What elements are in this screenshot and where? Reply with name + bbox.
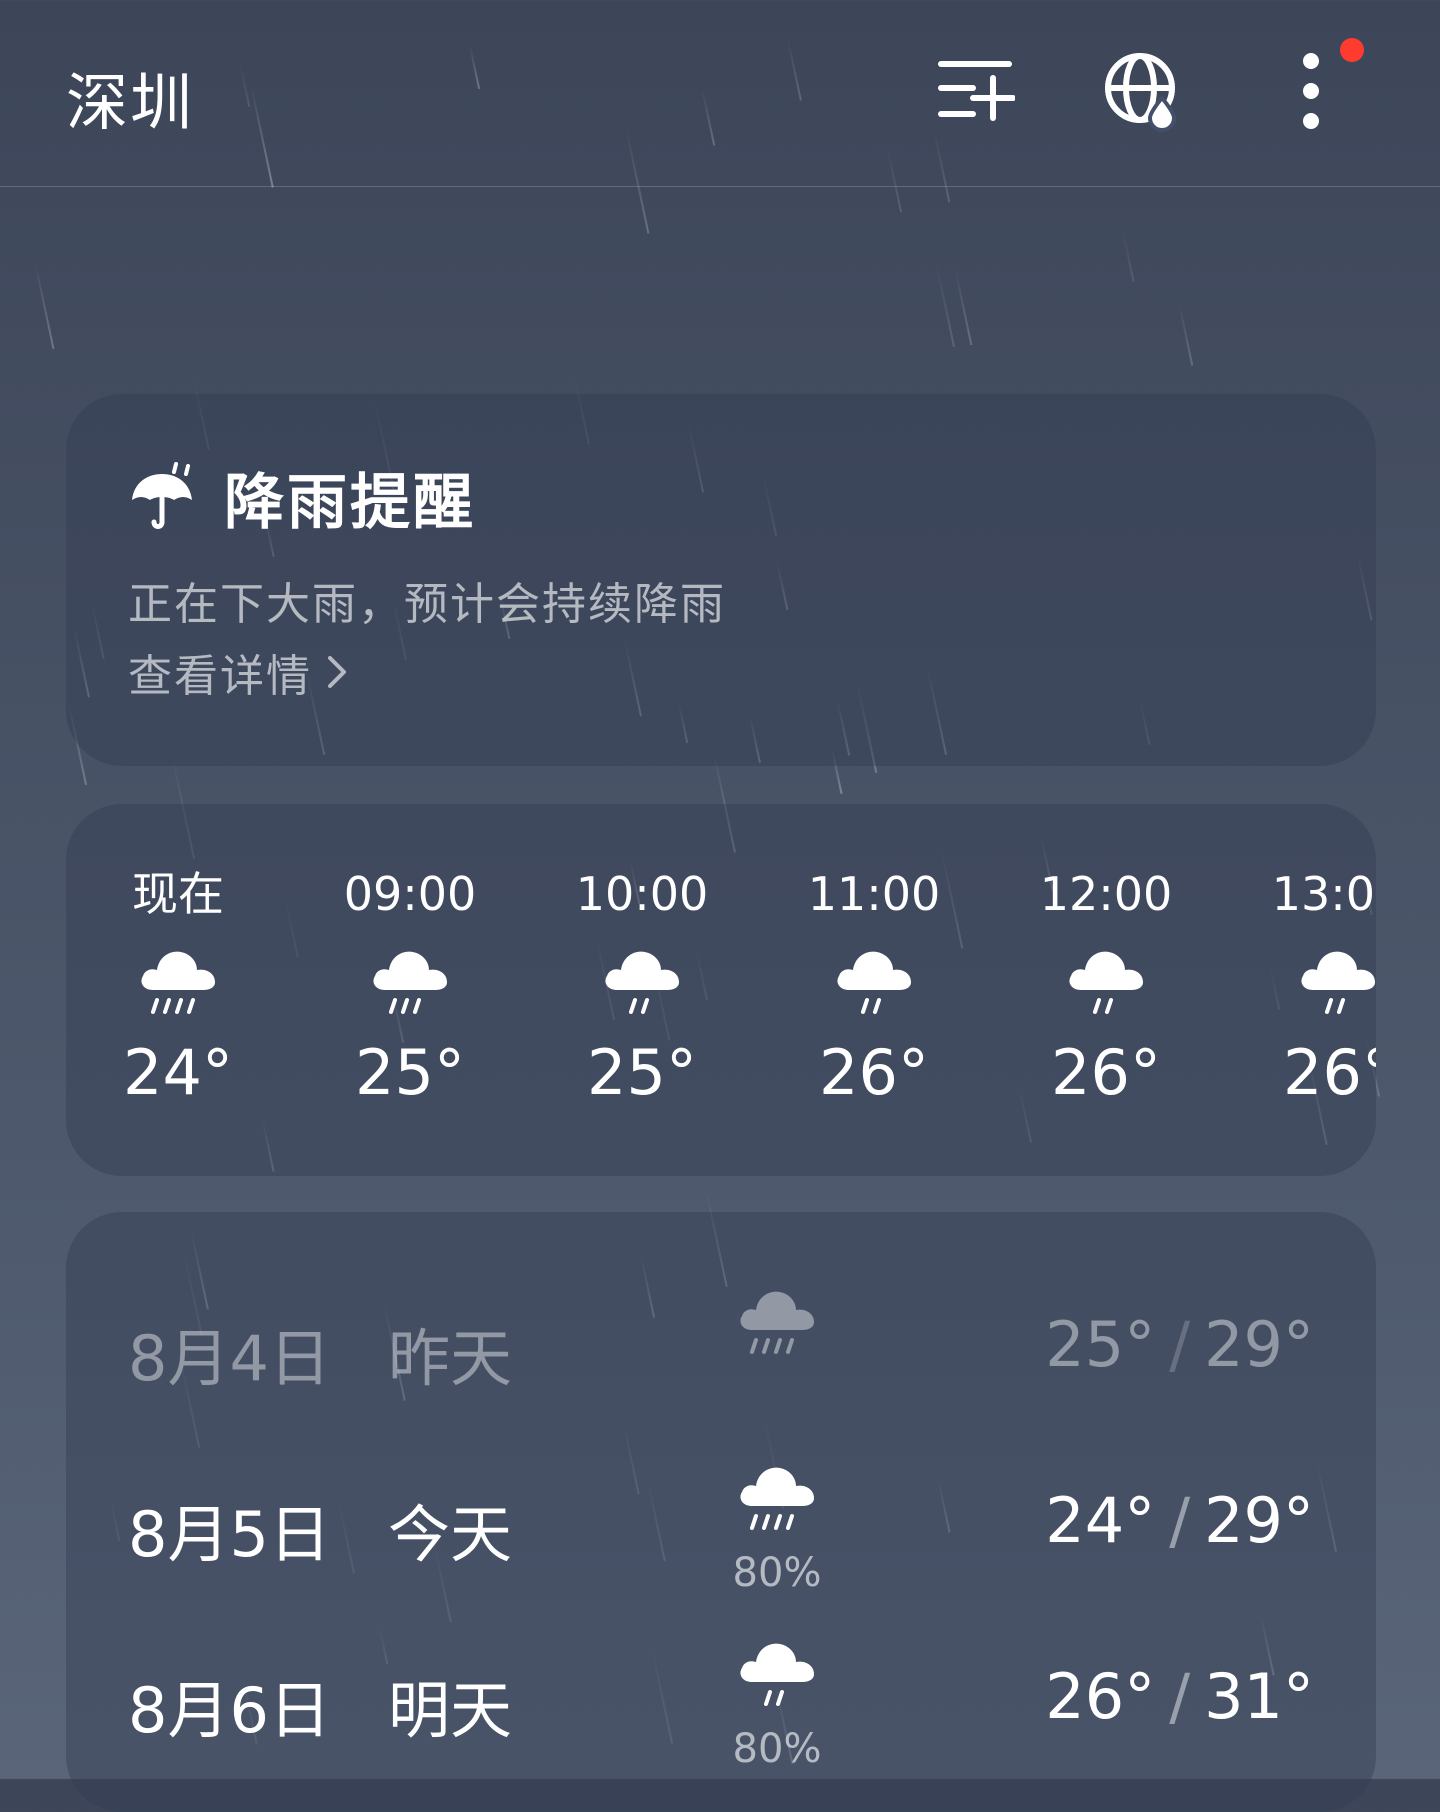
daily-forecast-card: 8月4日 昨天 25°/29° 8月5日 今天 80% 24°/29° 8月6日… — [66, 1212, 1376, 1812]
hour-temperature: 25° — [587, 1036, 697, 1109]
precip-chance: 80% — [732, 1726, 822, 1772]
hourly-item: 12:00 26° — [1006, 864, 1206, 1109]
alert-details-link[interactable]: 查看详情 — [128, 640, 348, 704]
chevron-right-icon — [326, 652, 348, 692]
precip-chance: 80% — [732, 1550, 822, 1596]
hourly-item: 13:00 26° — [1238, 864, 1376, 1109]
hour-time: 11:00 — [807, 867, 941, 921]
hour-temperature: 26° — [1051, 1036, 1161, 1109]
hour-time: 12:00 — [1039, 867, 1173, 921]
day-low: 24° — [1045, 1484, 1156, 1557]
light-rain-icon — [605, 951, 679, 1014]
day-temperature-range: 24°/29° — [1045, 1484, 1314, 1557]
globe-rain-icon — [1105, 53, 1177, 132]
top-bar: 深圳 — [0, 0, 1440, 187]
alert-title: 降雨提醒 — [224, 468, 476, 538]
day-high: 29° — [1204, 1308, 1314, 1381]
day-low: 26° — [1045, 1660, 1156, 1733]
hour-temperature: 24° — [123, 1036, 233, 1109]
day-date: 8月6日 — [128, 1674, 331, 1747]
rain-streak — [954, 267, 973, 346]
hourly-item: 09:00 25° — [310, 864, 510, 1109]
heavy-rain-icon — [141, 951, 215, 1014]
heavy-rain-icon — [740, 1467, 814, 1530]
more-icon — [1303, 53, 1319, 129]
hourly-item: 现在 24° — [78, 864, 278, 1109]
heavy-rain-icon — [740, 1291, 814, 1354]
day-temperature-range: 25°/29° — [1045, 1308, 1314, 1381]
hour-time: 09:00 — [343, 867, 477, 921]
light-rain-icon — [1069, 951, 1143, 1014]
hour-time: 现在 — [132, 867, 224, 921]
temp-separator: / — [1169, 1484, 1191, 1557]
alert-details-label: 查看详情 — [128, 651, 312, 702]
hourly-item: 10:00 25° — [542, 864, 742, 1109]
moderate-rain-icon — [373, 951, 447, 1014]
rain-alert-card[interactable]: 降雨提醒 正在下大雨，预计会持续降雨 查看详情 — [66, 394, 1376, 766]
temp-separator: / — [1169, 1660, 1191, 1733]
day-temperature-range: 26°/31° — [1045, 1660, 1314, 1733]
day-low: 25° — [1045, 1308, 1156, 1381]
day-name: 今天 — [388, 1498, 513, 1571]
hour-time: 13:00 — [1271, 867, 1376, 921]
rain-streak — [935, 261, 956, 348]
notification-dot — [1340, 38, 1364, 62]
light-rain-icon — [837, 951, 911, 1014]
weather-map-button[interactable] — [1098, 46, 1188, 136]
add-city-button[interactable] — [930, 46, 1020, 136]
daily-row-yesterday[interactable]: 8月4日 昨天 25°/29° — [66, 1278, 1376, 1448]
add-city-icon — [938, 61, 1015, 121]
daily-row-today[interactable]: 8月5日 今天 80% 24°/29° — [66, 1454, 1376, 1624]
temp-separator: / — [1169, 1308, 1191, 1381]
day-high: 31° — [1204, 1660, 1314, 1733]
hour-temperature: 26° — [1283, 1036, 1376, 1109]
rain-streak — [1178, 302, 1194, 366]
day-name: 明天 — [388, 1674, 513, 1747]
more-options-button[interactable] — [1266, 46, 1356, 136]
light-rain-icon — [1301, 951, 1375, 1014]
hourly-item: 11:00 26° — [774, 864, 974, 1109]
umbrella-rain-icon — [132, 461, 192, 529]
rain-streak — [1122, 231, 1135, 282]
light-rain-icon — [740, 1643, 814, 1706]
day-high: 29° — [1204, 1484, 1314, 1557]
alert-description: 正在下大雨，预计会持续降雨 — [128, 579, 726, 630]
hour-temperature: 25° — [355, 1036, 465, 1109]
hour-time: 10:00 — [575, 867, 709, 921]
hour-temperature: 26° — [819, 1036, 929, 1109]
hourly-forecast-card[interactable]: 现在 24° 09:00 25° 10:00 25° 11:00 26° 12:… — [66, 804, 1376, 1176]
day-name: 昨天 — [388, 1322, 513, 1395]
daily-row-tomorrow[interactable]: 8月6日 明天 80% 26°/31° — [66, 1630, 1376, 1800]
rain-streak — [34, 261, 55, 350]
day-date: 8月4日 — [128, 1322, 331, 1395]
day-date: 8月5日 — [128, 1498, 331, 1571]
city-name: 深圳 — [66, 66, 195, 139]
